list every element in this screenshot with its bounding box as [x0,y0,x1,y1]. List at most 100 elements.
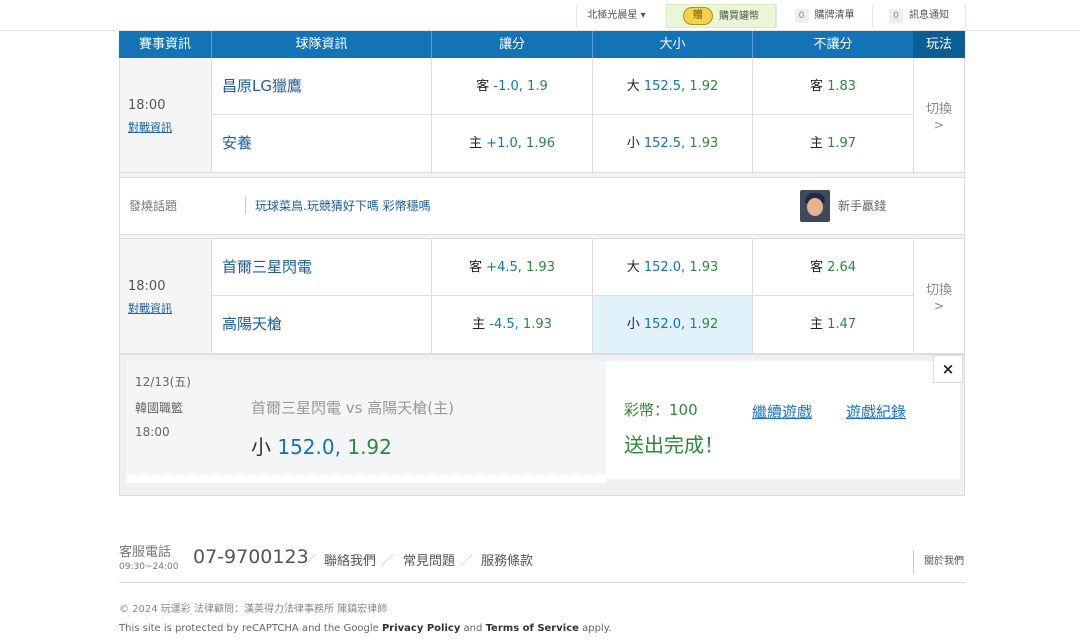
bet-ticket: 12/13(五) 韓國職籃 18:00 首爾三星閃電 vs 高陽天槍(主) 小 … [126,361,606,479]
messages-button[interactable]: 0 訊息通知 [872,4,966,28]
faq-link[interactable]: 常見問題 [403,550,455,569]
message-count: 0 [889,9,903,23]
avatar[interactable] [800,190,830,222]
odds-value: 1.9 [527,79,548,94]
chevron-right-icon: > [933,118,945,132]
switch-label: 切換 [925,283,952,298]
coin-icon: 贈 [683,7,713,25]
side-label: 大 [626,79,640,94]
pick-odds: 1.92 [347,435,392,459]
header-moneyline: 不讓分 [752,31,913,58]
total-odds-cell[interactable]: 小 152.5, 1.93 [593,115,753,172]
side-label: 小 [626,317,640,332]
game-time-cell: 18:00 對戰資訊 [120,239,212,353]
ticket-time: 18:00 [135,425,170,439]
cart-count: 0 [794,9,809,23]
cart-label: 購牌清單 [814,10,855,21]
continue-game-link[interactable]: 繼續遊戲 [752,401,812,422]
recaptcha-apply: apply. [582,623,612,634]
handicap-line: -1.0, [493,79,523,94]
handicap-line: +4.5, [486,260,522,275]
hot-topic-link[interactable]: 玩球菜鳥.玩競猜好下嗎 彩幣穩嗎 [255,197,431,214]
moneyline-odds-cell[interactable]: 客 1.83 [753,58,914,115]
team-row: 安養 主 +1.0, 1.96 小 152.5, 1.93 主 1.97 [212,115,914,172]
moneyline-odds-cell[interactable]: 主 1.47 [753,296,914,353]
header-total: 大小 [592,31,752,58]
odds-value: 1.92 [689,317,719,332]
recaptcha-text: This site is protected by reCAPTCHA and … [119,623,379,634]
total-odds-cell-selected[interactable]: 小 152.0, 1.92 [593,296,753,353]
handicap-line: -4.5, [489,317,519,332]
odds-value: 1.92 [689,79,719,94]
ticket-pick: 小 152.0, 1.92 [251,431,392,460]
hot-topic-inner: 發燒話題 玩球菜鳥.玩競猜好下嗎 彩幣穩嗎 新手贏錢 [120,177,964,235]
side-label: 客 [809,79,823,94]
pick-side: 小 [251,435,271,459]
matchup-info-link[interactable]: 對戰資訊 [128,119,172,135]
user-menu[interactable]: 北極光晨星 ▾ [576,4,656,28]
bet-confirm-wrapper: 12/13(五) 韓國職籃 18:00 首爾三星閃電 vs 高陽天槍(主) 小 … [119,354,965,496]
total-line: 152.5, [643,136,686,151]
team-name[interactable]: 首爾三星閃電 [212,239,432,296]
game-row: 18:00 對戰資訊 首爾三星閃電 客 +4.5, 1.93 大 152.0, … [119,239,965,354]
matchup-info-link[interactable]: 對戰資訊 [128,300,172,316]
odds-value: 1.93 [526,260,555,275]
team-name[interactable]: 昌原LG獵鷹 [212,58,432,115]
odds-value: 1.93 [689,136,719,151]
user-name: 北極光晨星 ▾ [587,10,646,21]
game-time: 18:00 [128,98,166,113]
ticket-zigzag-edge [126,473,606,483]
team-row: 首爾三星閃電 客 +4.5, 1.93 大 152.0, 1.93 客 2.64 [212,239,914,296]
terms-of-service-link[interactable]: Terms of Service [486,623,579,634]
total-line: 152.5, [643,79,686,94]
hot-topic-bar: 發燒話題 玩球菜鳥.玩競猜好下嗎 彩幣穩嗎 新手贏錢 [119,173,965,239]
team-name[interactable]: 安養 [212,115,432,172]
total-odds-cell[interactable]: 大 152.5, 1.92 [593,58,753,115]
privacy-policy-link[interactable]: Privacy Policy [382,623,460,634]
ticket-league: 韓國職籃 [135,401,184,415]
service-phone: 07-9700123 [193,546,309,568]
moneyline-odds-cell[interactable]: 主 1.97 [753,115,914,172]
hot-topic-label: 發燒話題 [129,199,178,213]
game-record-link[interactable]: 遊戲紀錄 [846,401,906,422]
switch-play-button[interactable]: 切換 > [914,239,964,353]
handicap-odds-cell[interactable]: 客 +4.5, 1.93 [432,239,593,296]
recaptcha-and: and [463,623,483,634]
contact-link[interactable]: 聯絡我們 [324,550,376,569]
tab-notch [905,31,913,57]
handicap-odds-cell[interactable]: 主 +1.0, 1.96 [432,115,593,172]
cart-button[interactable]: 0 購牌清單 [776,4,872,28]
total-odds-cell[interactable]: 大 152.0, 1.93 [593,239,753,296]
slash-divider: ／ [303,554,317,569]
team-row: 高陽天槍 主 -4.5, 1.93 小 152.0, 1.92 主 1.47 [212,296,914,353]
odds-value: 1.93 [522,317,552,332]
buy-coins-label: 購買罐幣 [719,11,759,22]
total-line: 152.0, [643,317,686,332]
service-label: 客服電話 [119,545,172,560]
side-label: 小 [626,136,640,151]
game-row: 18:00 對戰資訊 昌原LG獵鷹 客 -1.0, 1.9 大 152.5, 1… [119,58,965,173]
side-label: 主 [469,136,483,151]
about-link[interactable]: 關於我們 [913,550,964,574]
handicap-line: +1.0, [486,136,522,151]
recaptcha-notice: This site is protected by reCAPTCHA and … [119,623,611,634]
switch-play-button[interactable]: 切換 > [914,58,964,172]
moneyline-odds-cell[interactable]: 客 2.64 [753,239,914,296]
handicap-odds-cell[interactable]: 客 -1.0, 1.9 [432,58,593,115]
bet-confirm-panel: 12/13(五) 韓國職籃 18:00 首爾三星閃電 vs 高陽天槍(主) 小 … [119,354,965,496]
terms-link[interactable]: 服務條款 [481,550,533,569]
confirm-result: 彩幣：100 送出完成！ 繼續遊戲 遊戲紀錄 [606,361,960,479]
ticket-date: 12/13(五) [135,375,191,389]
footer-divider [119,582,966,583]
topic-user-name[interactable]: 新手贏錢 [838,197,886,214]
tab-play-type[interactable]: 玩法 [913,31,965,58]
switch-label: 切換 [925,102,952,117]
messages-label: 訊息通知 [909,10,949,21]
buy-coins-button[interactable]: 贈購買罐幣 [666,4,776,28]
team-name[interactable]: 高陽天槍 [212,296,432,353]
odds-value: 2.64 [827,260,857,275]
side-label: 大 [626,260,640,275]
handicap-odds-cell[interactable]: 主 -4.5, 1.93 [432,296,593,353]
close-icon[interactable]: × [933,355,963,383]
header-team: 球隊資訊 [211,31,431,58]
